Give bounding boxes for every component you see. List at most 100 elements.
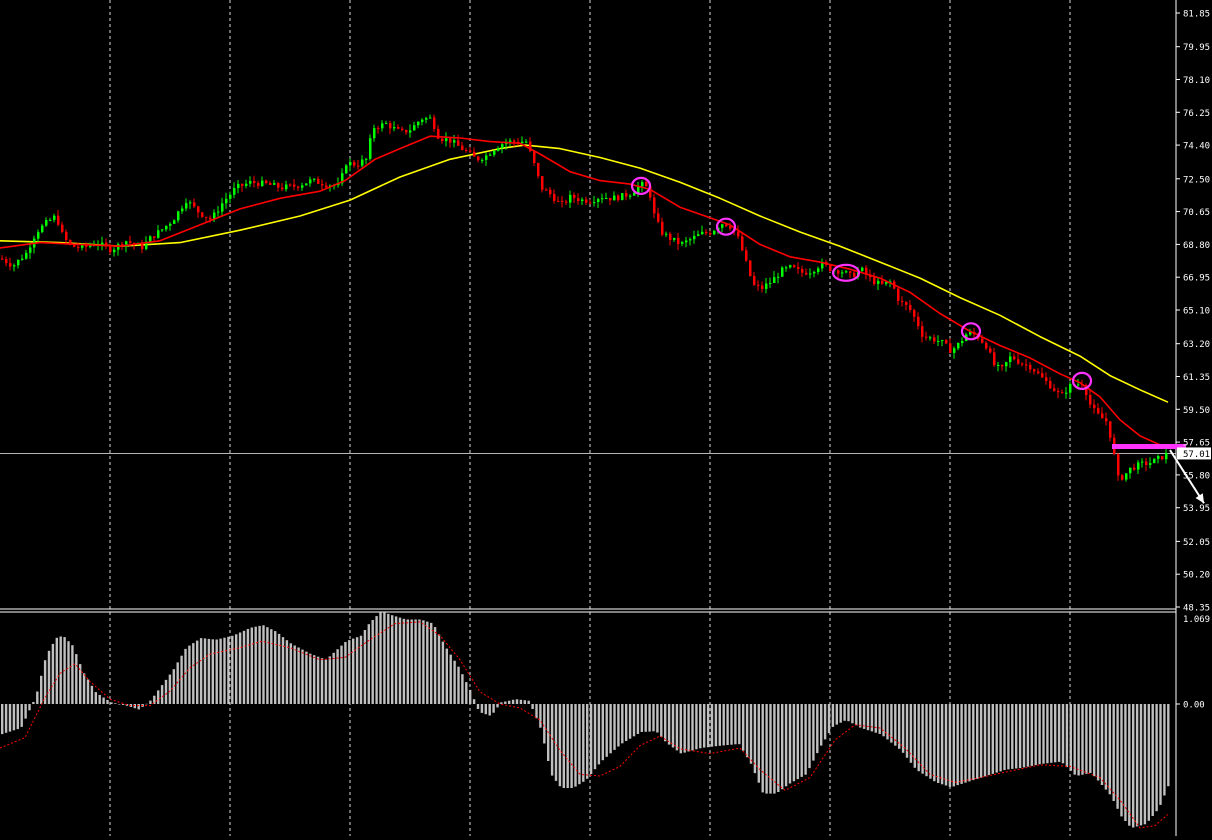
macd-histogram-bar: [777, 704, 780, 792]
macd-histogram-bar: [8, 704, 12, 732]
macd-histogram-bar: [164, 679, 168, 704]
price-tick-label: 52.05: [1183, 538, 1210, 548]
macd-histogram-bar: [492, 704, 495, 713]
bull-candle: [673, 237, 676, 240]
macd-histogram-bar: [445, 648, 448, 704]
macd-histogram-bar: [523, 700, 526, 704]
macd-histogram-bar: [238, 632, 242, 704]
macd-histogram-bar: [722, 704, 725, 746]
bear-candle: [141, 244, 144, 250]
macd-histogram-bar: [340, 645, 343, 704]
macd-histogram-bar: [706, 704, 710, 748]
bear-candle: [5, 259, 8, 264]
price-tick-label: 76.25: [1183, 109, 1210, 119]
bear-candle: [897, 288, 900, 301]
macd-histogram-bar: [734, 704, 737, 745]
bear-candle: [909, 304, 912, 310]
macd-histogram-bar: [301, 649, 304, 704]
bear-candle: [1097, 408, 1100, 414]
macd-histogram-bar: [355, 637, 359, 704]
bear-candle: [921, 326, 924, 337]
macd-histogram-bar: [675, 704, 679, 751]
macd-histogram-bar: [433, 627, 437, 704]
macd-histogram-bar: [855, 704, 858, 726]
macd-histogram-bar: [231, 635, 234, 704]
bear-candle: [537, 163, 540, 177]
price-tick-label: 55.80: [1183, 471, 1210, 481]
price-tick-label: 66.95: [1183, 274, 1210, 284]
macd-histogram-bar: [820, 704, 823, 746]
bull-candle: [161, 229, 164, 231]
macd-histogram-bar: [710, 704, 714, 747]
bull-candle: [765, 283, 768, 289]
bull-candle: [41, 225, 44, 233]
macd-histogram-bar: [586, 704, 589, 779]
bear-candle: [253, 181, 256, 183]
macd-histogram-bar: [874, 704, 877, 733]
bull-candle: [273, 183, 276, 185]
price-tick-label: 78.10: [1183, 76, 1210, 86]
macd-histogram-bar: [102, 697, 105, 704]
macd-histogram-bar: [192, 643, 195, 704]
bull-candle: [189, 202, 192, 204]
bull-candle: [997, 365, 1000, 366]
macd-histogram-bar: [983, 704, 987, 777]
macd-histogram-bar: [808, 704, 811, 769]
bear-candle: [993, 352, 996, 366]
bear-candle: [1, 258, 4, 260]
bull-candle: [417, 121, 420, 126]
macd-histogram-bar: [683, 704, 686, 753]
bear-candle: [1117, 454, 1120, 476]
bear-candle: [561, 200, 564, 202]
bull-candle: [521, 141, 524, 144]
macd-histogram-bar: [539, 704, 542, 728]
bear-candle: [945, 340, 948, 344]
bull-candle: [233, 188, 236, 195]
bull-candle: [169, 223, 172, 226]
price-tick-label: 70.65: [1183, 208, 1210, 218]
bull-candle: [345, 165, 348, 174]
bear-candle: [757, 284, 760, 286]
bear-candle: [837, 270, 840, 274]
bull-candle: [245, 183, 248, 186]
bull-candle: [581, 199, 584, 201]
macd-histogram-bar: [82, 673, 86, 704]
bull-candle: [641, 182, 644, 187]
macd-histogram-bar: [617, 704, 620, 747]
bear-candle: [981, 338, 984, 343]
macd-histogram-bar: [773, 704, 776, 794]
bull-candle: [1009, 356, 1012, 363]
bear-candle: [1093, 404, 1096, 409]
bull-candle: [17, 259, 20, 266]
bull-candle: [1077, 384, 1080, 386]
macd-histogram-bar: [285, 640, 289, 704]
bull-candle: [365, 158, 368, 160]
bear-candle: [1121, 475, 1124, 480]
macd-histogram-bar: [890, 704, 893, 743]
bull-candle: [485, 155, 488, 160]
macd-histogram-bar: [352, 638, 355, 704]
macd-histogram-bar: [110, 702, 113, 704]
macd-histogram-bar: [1151, 704, 1154, 816]
bull-candle: [621, 193, 624, 201]
bear-candle: [873, 277, 876, 284]
macd-histogram-bar: [12, 704, 16, 731]
macd-histogram-bar: [375, 616, 378, 704]
bear-candle: [933, 337, 936, 342]
macd-histogram-bar: [812, 704, 815, 761]
macd-histogram-bar: [632, 704, 636, 737]
bull-candle: [845, 271, 848, 273]
macd-histogram-bar: [114, 703, 117, 704]
macd-histogram-bar: [1054, 704, 1057, 763]
bear-candle: [265, 180, 268, 183]
macd-histogram-bar: [878, 704, 881, 734]
macd-histogram-bar: [937, 704, 940, 783]
bear-candle: [289, 184, 292, 186]
bull-candle: [1137, 462, 1140, 470]
bear-candle: [901, 300, 904, 302]
bull-candle: [1149, 463, 1152, 465]
bull-candle: [777, 276, 780, 278]
macd-histogram-bar: [500, 702, 503, 704]
bull-candle: [697, 234, 700, 236]
bear-candle: [1049, 381, 1052, 389]
